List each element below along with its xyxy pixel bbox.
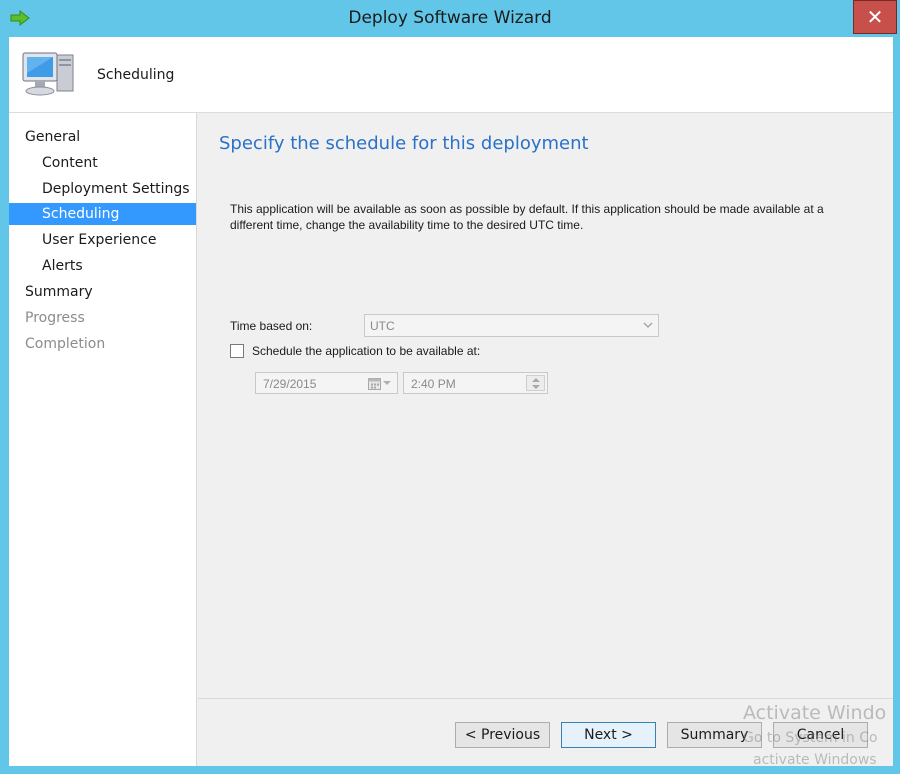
calendar-icon xyxy=(368,378,381,390)
watermark-line-3: activate Windows xyxy=(753,752,877,768)
close-icon: ✕ xyxy=(866,5,884,29)
next-button[interactable]: Next > xyxy=(561,722,656,748)
page-title: Scheduling xyxy=(97,67,175,83)
previous-button[interactable]: < Previous xyxy=(455,722,550,748)
date-dropdown-arrow-icon[interactable] xyxy=(383,381,391,385)
spin-down-icon[interactable] xyxy=(532,385,540,389)
wizard-header: Scheduling xyxy=(9,37,893,113)
wizard-window: Deploy Software Wizard ✕ Scheduling Gene… xyxy=(0,0,900,774)
footer-divider xyxy=(198,698,893,699)
chevron-down-icon xyxy=(643,322,653,328)
wizard-client-area: Scheduling General Content Deployment Se… xyxy=(9,37,893,768)
schedule-checkbox-label[interactable]: Schedule the application to be available… xyxy=(252,344,480,358)
time-picker[interactable]: 2:40 PM xyxy=(403,372,548,394)
nav-item-summary[interactable]: Summary xyxy=(9,281,196,303)
schedule-checkbox[interactable] xyxy=(230,344,244,358)
nav-item-scheduling[interactable]: Scheduling xyxy=(9,203,196,225)
date-value: 7/29/2015 xyxy=(263,377,317,391)
watermark-line-1: Activate Windo xyxy=(743,702,887,724)
nav-item-alerts[interactable]: Alerts xyxy=(9,255,196,277)
description-text: This application will be available as so… xyxy=(230,202,824,232)
window-title: Deploy Software Wizard xyxy=(348,8,552,28)
time-based-on-label: Time based on: xyxy=(230,319,313,333)
spin-up-icon[interactable] xyxy=(532,378,540,382)
watermark-line-2: Go to System in Co xyxy=(743,730,878,746)
title-bar[interactable]: Deploy Software Wizard ✕ xyxy=(0,0,900,37)
close-button[interactable]: ✕ xyxy=(853,0,897,34)
section-heading: Specify the schedule for this deployment xyxy=(219,133,589,154)
date-picker[interactable]: 7/29/2015 xyxy=(255,372,398,394)
nav-item-content[interactable]: Content xyxy=(9,152,196,174)
activation-watermark: Activate Windo Go to System in Co activa… xyxy=(743,700,900,774)
time-value: 2:40 PM xyxy=(411,377,456,391)
time-zone-value: UTC xyxy=(370,319,395,333)
wizard-nav: General Content Deployment Settings Sche… xyxy=(9,113,197,766)
nav-item-completion: Completion xyxy=(25,336,106,352)
nav-item-deployment-settings[interactable]: Deployment Settings xyxy=(9,178,196,200)
nav-item-progress: Progress xyxy=(25,310,85,326)
time-spinner[interactable] xyxy=(526,375,545,391)
computer-icon xyxy=(22,52,74,96)
nav-item-user-experience[interactable]: User Experience xyxy=(9,229,196,251)
time-zone-dropdown[interactable]: UTC xyxy=(364,314,659,337)
nav-item-general[interactable]: General xyxy=(9,126,196,148)
